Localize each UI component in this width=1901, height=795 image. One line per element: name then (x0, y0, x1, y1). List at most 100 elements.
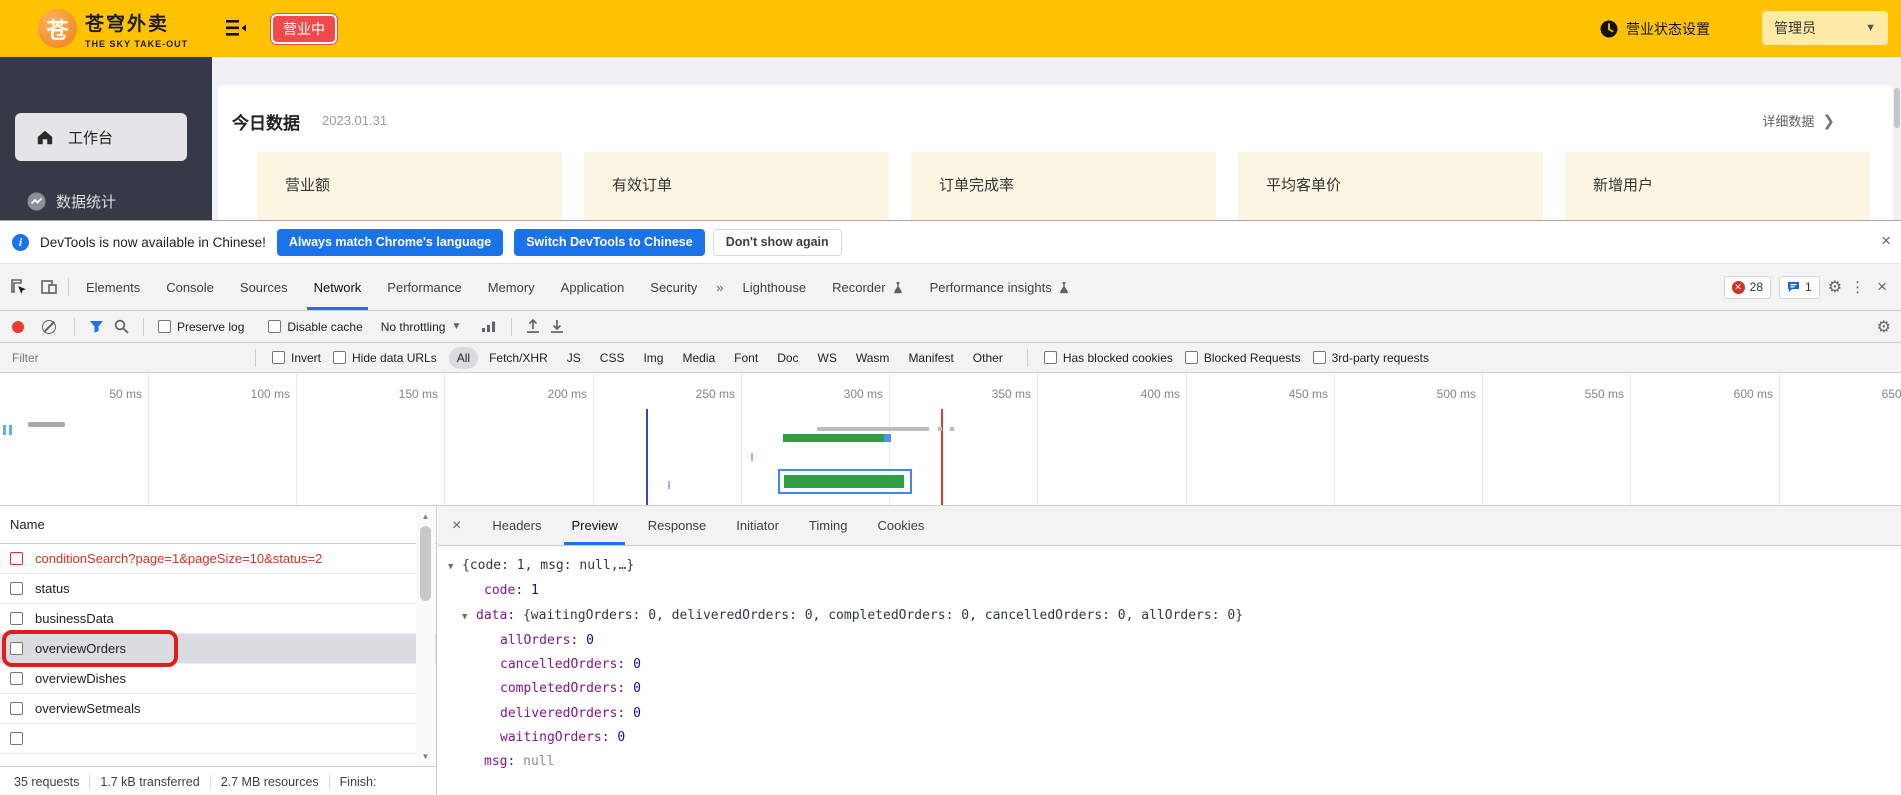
selected-request-waterfall[interactable] (778, 469, 912, 494)
filter-pill-all[interactable]: All (448, 346, 479, 369)
checkbox[interactable] (1043, 351, 1057, 364)
blocked-requests-checkbox[interactable]: Blocked Requests (1184, 351, 1301, 365)
scroll-up-icon[interactable]: ▲ (416, 508, 435, 524)
checkbox[interactable] (1312, 351, 1326, 364)
name-column-header[interactable]: Name (0, 506, 436, 544)
filter-funnel-icon[interactable] (89, 320, 104, 333)
scrollbar-thumb[interactable] (1894, 88, 1900, 128)
kebab-menu-icon[interactable]: ⋮ (1850, 278, 1865, 296)
sidebar-item-workbench[interactable]: 工作台 (15, 113, 187, 161)
checkbox[interactable] (333, 351, 347, 364)
request-row-overviewdishes[interactable]: overviewDishes (0, 664, 436, 694)
json-root[interactable]: ▼ {code: 1, msg: null,…} (448, 554, 1901, 579)
throttling-dropdown[interactable]: No throttling ▼ (381, 320, 462, 334)
checkbox[interactable] (10, 642, 23, 655)
network-conditions-icon[interactable] (481, 320, 497, 333)
tab-initiator[interactable]: Initiator (721, 506, 794, 545)
expand-arrow-icon[interactable]: ▼ (462, 605, 476, 629)
filter-pill-font[interactable]: Font (726, 347, 766, 369)
tab-performance[interactable]: Performance (374, 264, 474, 310)
has-blocked-cookies-checkbox[interactable]: Has blocked cookies (1043, 351, 1173, 365)
disable-cache-checkbox[interactable]: Disable cache (268, 320, 363, 334)
tab-performance-insights[interactable]: Performance insights (917, 264, 1083, 310)
filter-input[interactable] (10, 349, 239, 366)
filter-pill-other[interactable]: Other (965, 347, 1011, 369)
filter-pill-css[interactable]: CSS (592, 347, 633, 369)
checkbox[interactable] (10, 612, 23, 625)
page-scrollbar[interactable] (1893, 57, 1901, 220)
checkbox[interactable] (10, 702, 23, 715)
tab-network[interactable]: Network (301, 264, 375, 310)
close-pane-icon[interactable]: × (452, 517, 461, 535)
search-icon[interactable] (114, 319, 129, 334)
checkbox[interactable] (268, 320, 282, 333)
tab-security[interactable]: Security (637, 264, 710, 310)
scrollbar-thumb[interactable] (420, 526, 431, 601)
scroll-down-icon[interactable]: ▼ (416, 748, 435, 764)
expand-arrow-icon[interactable]: ▼ (448, 555, 462, 579)
more-tabs-icon[interactable]: » (710, 280, 729, 295)
request-row-businessdata[interactable]: businessData (0, 604, 436, 634)
record-button[interactable] (12, 320, 24, 333)
collapse-sidebar-icon[interactable] (226, 19, 246, 42)
tab-recorder[interactable]: Recorder (819, 264, 916, 310)
tab-headers[interactable]: Headers (477, 506, 556, 545)
tab-sources[interactable]: Sources (227, 264, 301, 310)
banner-close-icon[interactable]: × (1881, 231, 1891, 251)
request-list-scrollbar[interactable]: ▲ ▼ (416, 506, 435, 766)
gridline (148, 373, 149, 505)
filter-pill-media[interactable]: Media (674, 347, 723, 369)
tab-console[interactable]: Console (153, 264, 227, 310)
filter-pill-wasm[interactable]: Wasm (848, 347, 898, 369)
export-har-icon[interactable] (550, 319, 564, 334)
tab-cookies[interactable]: Cookies (862, 506, 939, 545)
admin-dropdown[interactable]: 管理员 ▼ (1762, 11, 1888, 45)
request-row-status[interactable]: status (0, 574, 436, 604)
issue-count-badge[interactable]: 1 (1779, 275, 1820, 299)
checkbox[interactable] (10, 672, 23, 685)
hide-data-urls-checkbox[interactable]: Hide data URLs (333, 351, 437, 365)
business-status-setting[interactable]: 营业状态设置 (1600, 0, 1710, 57)
filter-pill-img[interactable]: Img (635, 347, 671, 369)
divider (209, 774, 211, 789)
request-row-conditionsearch[interactable]: conditionSearch?page=1&pageSize=10&statu… (0, 544, 436, 574)
filter-pill-doc[interactable]: Doc (769, 347, 806, 369)
error-count-badge[interactable]: ✕ 28 (1723, 275, 1772, 299)
import-har-icon[interactable] (526, 319, 540, 334)
filter-pill-fetch-xhr[interactable]: Fetch/XHR (481, 347, 556, 369)
preserve-log-checkbox[interactable]: Preserve log (158, 320, 244, 334)
dont-show-again-button[interactable]: Don't show again (712, 228, 842, 256)
tab-memory[interactable]: Memory (475, 264, 548, 310)
inspect-icon[interactable] (4, 264, 34, 310)
filter-pill-ws[interactable]: WS (810, 347, 845, 369)
request-row-overviewsetmeals[interactable]: overviewSetmeals (0, 694, 436, 724)
match-language-button[interactable]: Always match Chrome's language (276, 228, 504, 256)
sidebar-item-statistics[interactable]: 数据统计 (0, 187, 212, 215)
tab-elements[interactable]: Elements (73, 264, 153, 310)
checkbox[interactable] (10, 582, 23, 595)
checkbox[interactable] (1184, 351, 1198, 364)
checkbox[interactable] (158, 320, 171, 333)
checkbox[interactable] (10, 552, 23, 565)
json-line-data[interactable]: ▼ data: {waitingOrders: 0, deliveredOrder… (448, 604, 1901, 629)
tab-preview[interactable]: Preview (556, 506, 632, 545)
checkbox[interactable] (10, 732, 23, 745)
device-toolbar-icon[interactable] (34, 264, 64, 310)
tab-timing[interactable]: Timing (794, 506, 863, 545)
checkbox[interactable] (272, 351, 285, 364)
detail-data-link[interactable]: 详细数据 ❯ (1762, 111, 1835, 130)
settings-gear-icon[interactable]: ⚙ (1828, 277, 1842, 297)
request-row-partial[interactable] (0, 724, 436, 754)
invert-checkbox[interactable]: Invert (272, 351, 321, 365)
filter-pill-manifest[interactable]: Manifest (900, 347, 961, 369)
tab-response[interactable]: Response (633, 506, 722, 545)
request-row-overvieworders[interactable]: overviewOrders (0, 634, 436, 664)
clear-icon[interactable] (42, 319, 56, 334)
network-settings-gear-icon[interactable]: ⚙ (1877, 317, 1891, 337)
third-party-requests-checkbox[interactable]: 3rd-party requests (1312, 351, 1429, 365)
switch-chinese-button[interactable]: Switch DevTools to Chinese (514, 228, 705, 256)
tab-lighthouse[interactable]: Lighthouse (729, 264, 819, 310)
filter-pill-js[interactable]: JS (559, 347, 589, 369)
tab-application[interactable]: Application (548, 264, 638, 310)
devtools-close-icon[interactable]: × (1873, 277, 1891, 297)
